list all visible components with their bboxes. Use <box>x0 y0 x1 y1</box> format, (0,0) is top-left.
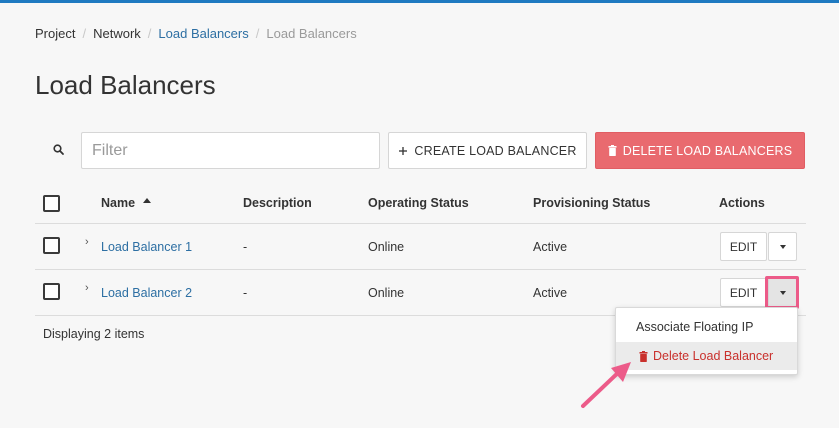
column-header-provisioning-status: Provisioning Status <box>533 196 651 210</box>
breadcrumb-separator: / <box>82 26 87 41</box>
table-divider <box>35 223 806 224</box>
annotation-highlight-box <box>765 276 799 309</box>
load-balancer-name-link[interactable]: Load Balancer 2 <box>101 286 192 300</box>
top-accent-bar <box>0 0 839 3</box>
breadcrumb-network[interactable]: Network <box>93 26 141 41</box>
row-checkbox[interactable] <box>43 283 60 300</box>
item-count: Displaying 2 items <box>43 327 145 341</box>
edit-button[interactable]: EDIT <box>720 232 767 261</box>
chevron-right-icon[interactable]: › <box>85 236 89 248</box>
breadcrumb-separator: / <box>147 26 152 41</box>
breadcrumb-separator: / <box>255 26 260 41</box>
menu-item-delete-load-balancer[interactable]: Delete Load Balancer <box>616 342 797 370</box>
annotation-arrow-icon <box>581 362 631 408</box>
delete-load-balancers-label: DELETE LOAD BALANCERS <box>622 143 793 158</box>
page-title: Load Balancers <box>35 70 216 100</box>
cell-provisioning-status: Active <box>533 240 568 254</box>
cell-provisioning-status: Active <box>533 286 568 300</box>
column-header-actions: Actions <box>719 196 765 210</box>
trash-icon <box>608 145 617 156</box>
edit-button[interactable]: EDIT <box>720 278 767 307</box>
breadcrumb-current: Load Balancers <box>266 26 357 41</box>
sort-ascending-icon[interactable] <box>142 197 152 205</box>
column-header-name[interactable]: Name <box>101 196 135 210</box>
select-all-checkbox[interactable] <box>43 195 60 212</box>
row-actions-dropdown-toggle[interactable] <box>768 232 797 261</box>
delete-load-balancers-button[interactable]: DELETE LOAD BALANCERS <box>595 132 805 169</box>
menu-item-label: Delete Load Balancer <box>653 349 774 363</box>
caret-down-icon <box>779 244 786 249</box>
chevron-right-icon[interactable]: › <box>85 282 89 294</box>
cell-description: - <box>243 286 248 300</box>
filter-input[interactable] <box>81 132 380 169</box>
breadcrumb-project[interactable]: Project <box>35 26 75 41</box>
cell-description: - <box>243 240 248 254</box>
cell-operating-status: Online <box>368 240 405 254</box>
plus-icon <box>399 146 408 155</box>
column-header-operating-status: Operating Status <box>368 196 469 210</box>
trash-icon <box>639 350 648 362</box>
breadcrumb-load-balancers-link[interactable]: Load Balancers <box>158 26 248 41</box>
create-load-balancer-button[interactable]: CREATE LOAD BALANCER <box>388 132 587 169</box>
column-header-description: Description <box>243 196 312 210</box>
row-checkbox[interactable] <box>43 237 60 254</box>
row-actions-menu: Associate Floating IP Delete Load Balanc… <box>615 307 798 375</box>
search-icon <box>53 144 64 155</box>
create-load-balancer-label: CREATE LOAD BALANCER <box>414 143 577 158</box>
menu-item-label: Associate Floating IP <box>636 320 754 334</box>
table-divider <box>35 269 806 270</box>
breadcrumb: Project / Network / Load Balancers / Loa… <box>35 26 357 41</box>
menu-item-associate-floating-ip[interactable]: Associate Floating IP <box>616 313 797 341</box>
cell-operating-status: Online <box>368 286 405 300</box>
load-balancer-name-link[interactable]: Load Balancer 1 <box>101 240 192 254</box>
